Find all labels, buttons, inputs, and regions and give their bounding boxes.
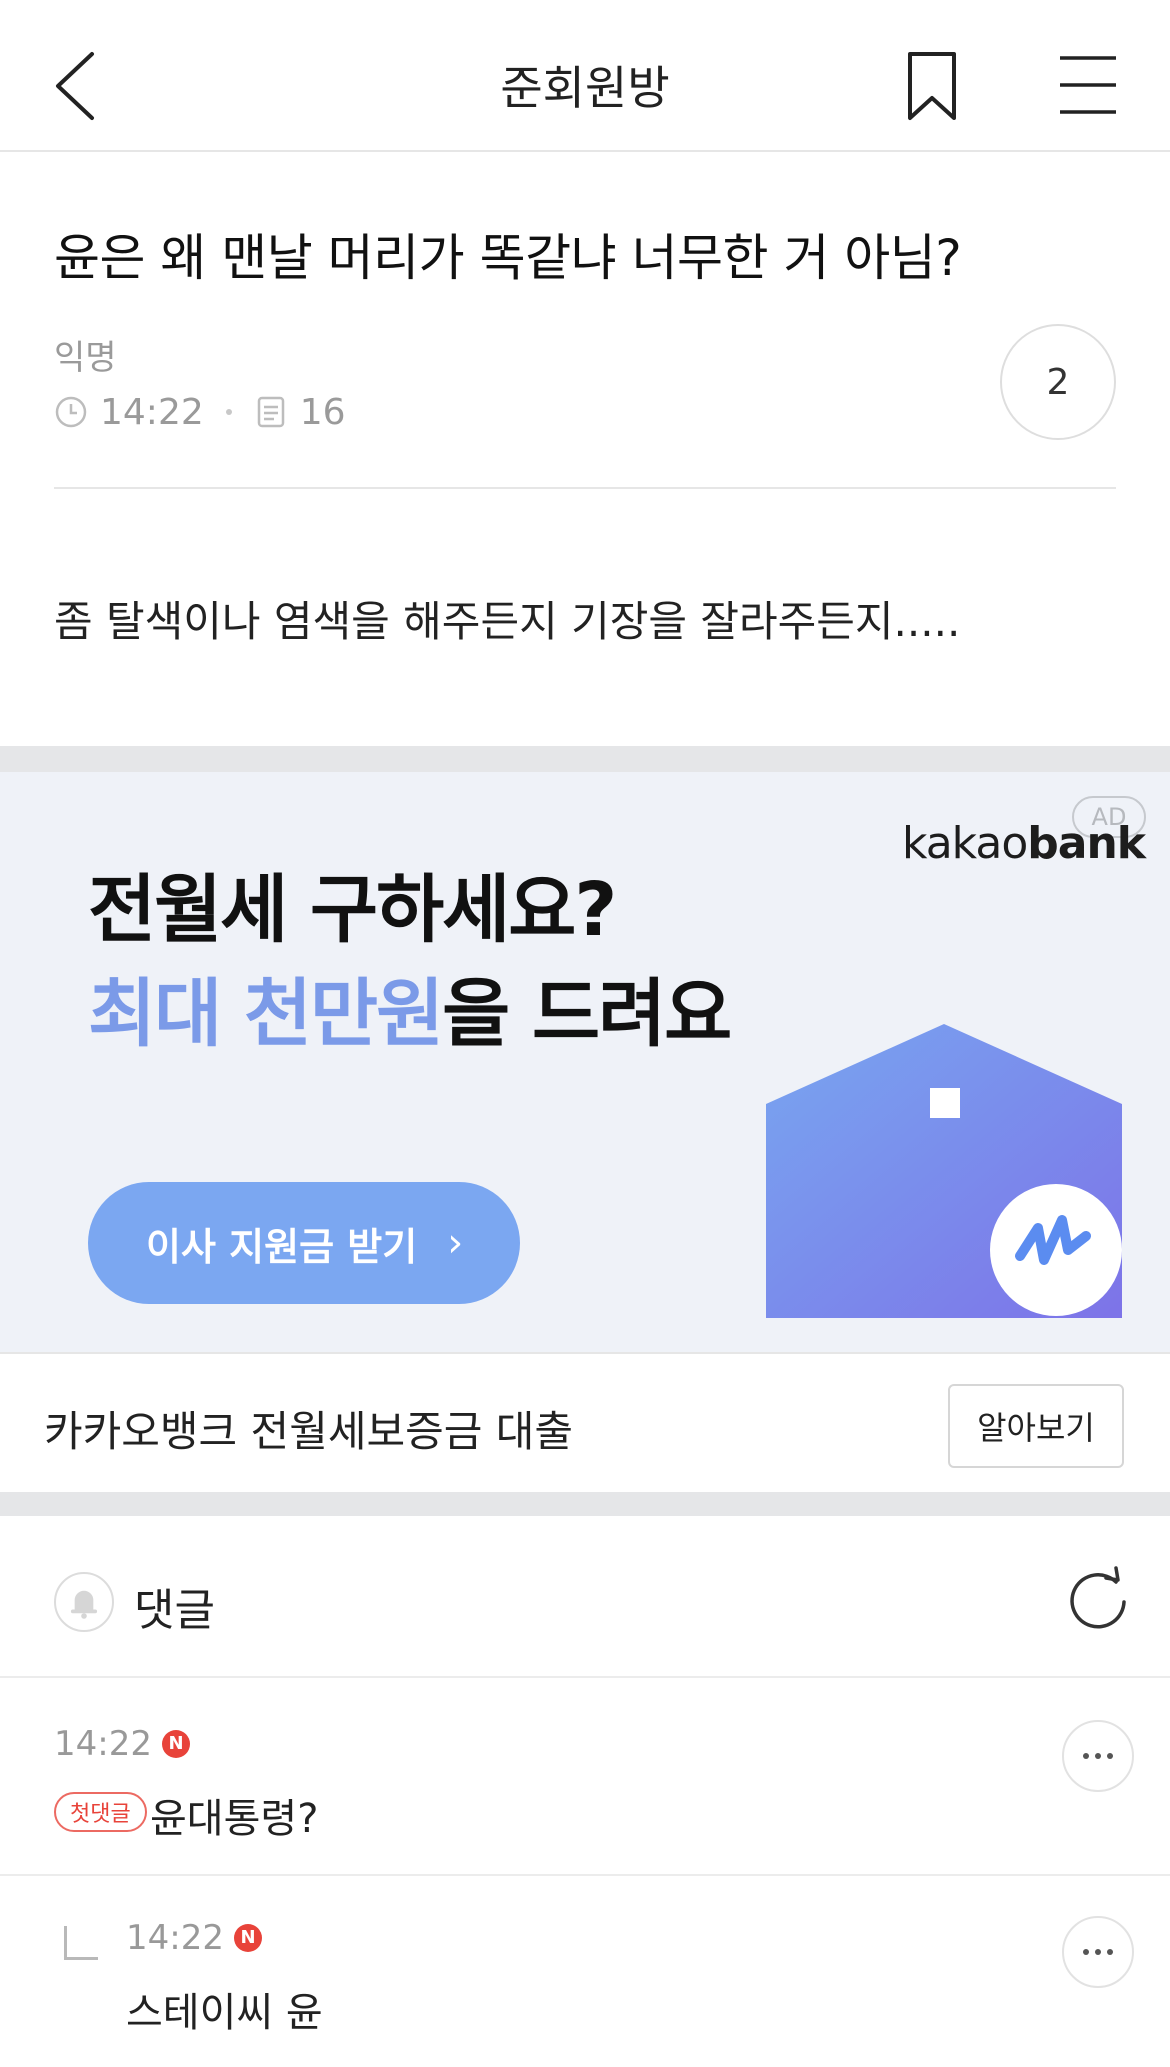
ad-footer-text[interactable]: 카카오뱅크 전월세보증금 대출 bbox=[44, 1398, 573, 1459]
ad-brand-bold: bank bbox=[1027, 818, 1146, 869]
ad-brand-light: kakao bbox=[902, 818, 1028, 869]
ad-brand-logo: kakaobank bbox=[902, 818, 1146, 869]
new-badge: N bbox=[233, 1924, 262, 1952]
chevron-right-icon: › bbox=[447, 1220, 464, 1266]
ad-footer: 카카오뱅크 전월세보증금 대출 알아보기 bbox=[0, 1352, 1170, 1492]
refresh-icon[interactable] bbox=[1066, 1566, 1132, 1632]
more-options-icon[interactable] bbox=[1062, 1916, 1134, 1988]
comment-meta: 14:22 N bbox=[126, 1918, 262, 1958]
learn-more-button[interactable]: 알아보기 bbox=[948, 1384, 1124, 1468]
ad-headline-2: 최대 천만원을 드려요 bbox=[88, 954, 732, 1061]
post-author: 익명 bbox=[54, 338, 117, 378]
comment-text: 윤대통령? bbox=[150, 1796, 319, 1842]
first-comment-badge: 첫댓글 bbox=[54, 1792, 147, 1832]
comments-label: 댓글 bbox=[134, 1585, 215, 1636]
bell-icon[interactable] bbox=[54, 1572, 114, 1632]
comment-item: 14:22 N 첫댓글 윤대통령? bbox=[0, 1678, 1170, 1874]
page-title: 준회원방 bbox=[500, 61, 670, 115]
reply-item: 14:22 N 스테이씨 윤 bbox=[0, 1876, 1170, 2067]
comment-time: 14:22 bbox=[54, 1724, 152, 1764]
reply-arrow-icon bbox=[64, 1926, 98, 1960]
ad-headline-rest: 을 드려요 bbox=[442, 971, 732, 1057]
post-body: 좀 탈색이나 염색을 해주든지 기장을 잘라주든지..... bbox=[54, 597, 961, 646]
ad-cta-button[interactable]: 이사 지원금 받기 › bbox=[88, 1182, 520, 1304]
top-app-bar: 준회원방 bbox=[0, 0, 1170, 152]
section-gap bbox=[0, 746, 1170, 772]
post-time: 14:22 bbox=[100, 391, 204, 433]
clock-icon bbox=[55, 396, 87, 428]
house-illustration bbox=[766, 1024, 1122, 1318]
new-badge: N bbox=[161, 1730, 190, 1758]
comment-count-button[interactable]: 2 bbox=[1000, 324, 1116, 440]
ad-headline-highlight: 최대 천만원 bbox=[88, 971, 444, 1057]
post-title: 윤은 왜 맨날 머리가 똑같냐 너무한 거 아님? bbox=[54, 229, 962, 287]
ad-cta-label: 이사 지원금 받기 bbox=[146, 1224, 418, 1269]
comment-time: 14:22 bbox=[126, 1918, 224, 1958]
comment-meta: 14:22 N bbox=[54, 1724, 190, 1764]
comment-text: 스테이씨 윤 bbox=[126, 1990, 323, 2036]
hamburger-menu-icon[interactable] bbox=[1058, 54, 1118, 116]
post-meta: 14:22 16 bbox=[54, 390, 346, 434]
post-views: 16 bbox=[299, 391, 346, 433]
divider bbox=[54, 487, 1116, 489]
section-gap bbox=[0, 1492, 1170, 1516]
ad-headline-1: 전월세 구하세요? bbox=[88, 867, 617, 953]
comments-header: 댓글 bbox=[0, 1516, 1170, 1678]
views-icon bbox=[257, 396, 284, 428]
bookmark-icon[interactable] bbox=[902, 50, 962, 122]
meta-separator bbox=[225, 409, 232, 415]
more-options-icon[interactable] bbox=[1062, 1720, 1134, 1792]
